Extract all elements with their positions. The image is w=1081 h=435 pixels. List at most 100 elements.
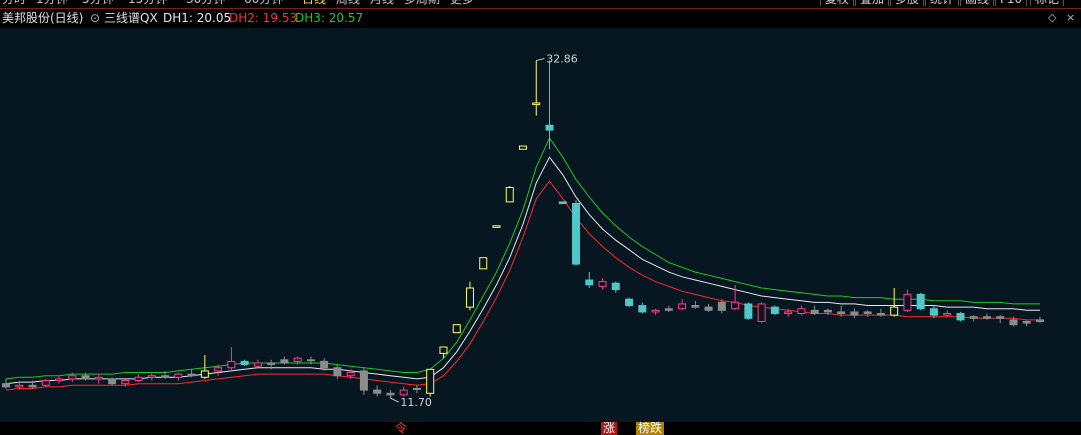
candle-body-16	[214, 367, 223, 372]
candle-body-2	[28, 384, 37, 388]
candle-43	[572, 200, 581, 266]
candle-body-71	[943, 313, 952, 316]
candle-body-18	[240, 360, 249, 366]
signal-mark-2: 涨	[601, 421, 618, 435]
candle-body-37	[492, 225, 501, 228]
candle-body-69	[916, 293, 925, 310]
candle-body-38	[505, 187, 514, 203]
signal-mark-1: 令	[395, 421, 408, 435]
candle-body-20	[267, 362, 276, 366]
candle-body-1	[15, 384, 24, 388]
period-tab-3[interactable]: 15分钟	[128, 0, 167, 6]
candle-38	[505, 185, 514, 203]
toolbar-button-0[interactable]: 复权	[820, 0, 855, 6]
candle-body-66	[876, 313, 885, 316]
candle-body-41	[545, 124, 554, 131]
candle-body-75	[996, 316, 1005, 319]
candle-36	[479, 257, 488, 270]
candle-body-55	[731, 301, 740, 310]
candle-56	[744, 302, 753, 320]
candle-body-56	[744, 303, 753, 319]
candle-42	[558, 201, 567, 204]
candle-body-47	[625, 298, 634, 307]
candle-32	[426, 368, 435, 397]
candle-body-25	[333, 367, 342, 377]
candle-body-4	[55, 378, 64, 382]
candle-body-59	[784, 311, 793, 315]
candle-body-27	[359, 370, 368, 391]
candle-body-58	[770, 306, 779, 315]
candle-body-68	[903, 293, 912, 311]
dh1-value: DH1: 20.05	[163, 11, 232, 25]
candle-58	[770, 305, 779, 316]
candle-body-23	[306, 359, 315, 362]
candle-body-3	[41, 380, 50, 386]
candle-72	[956, 311, 965, 322]
candle-body-64	[850, 311, 859, 316]
indicator-name[interactable]: 三线谱QX	[104, 11, 158, 25]
candle-body-67	[890, 306, 899, 316]
period-tab-5[interactable]: 60分钟	[244, 0, 283, 6]
period-tab-10[interactable]: 更多	[450, 0, 474, 6]
period-toolbar: 分时 1分钟 5分钟 15分钟 30分钟 60分钟 日线 周线 月线 多周期 更多 复权叠加多股统计画…	[0, 0, 1081, 8]
candle-body-77	[1022, 320, 1031, 324]
period-tab-9[interactable]: 多周期	[404, 0, 440, 6]
candle-body-28	[373, 389, 382, 394]
candle-body-46	[611, 282, 620, 291]
candle-body-65	[863, 311, 872, 315]
candle-body-33	[439, 346, 448, 354]
diamond-icon[interactable]: ◇	[1048, 11, 1056, 25]
candle-body-22	[293, 357, 302, 362]
dh3-value: DH3: 20.57	[295, 11, 364, 25]
candle-3	[41, 378, 50, 387]
candle-body-45	[598, 281, 607, 287]
candle-body-54	[717, 301, 726, 311]
candlestick-chart[interactable]: 32.86 11.70	[0, 28, 1081, 422]
low-price-label: 11.70	[400, 396, 432, 409]
candle-body-29	[386, 392, 395, 396]
toolbar-button-6[interactable]: 标记	[1030, 0, 1065, 6]
period-tab-4[interactable]: 30分钟	[186, 0, 225, 6]
period-tab-8[interactable]: 月线	[370, 0, 394, 6]
candle-body-34	[452, 324, 461, 334]
toolbar-button-2[interactable]: 多股	[890, 0, 925, 6]
candle-body-72	[956, 313, 965, 321]
candle-body-40	[532, 102, 541, 106]
stock-title[interactable]: 美邦股份(日线)	[2, 11, 83, 25]
period-tab-6[interactable]: 日线	[302, 0, 326, 6]
candle-body-44	[585, 279, 594, 286]
indicator-settings-icon[interactable]: ⊙	[90, 11, 100, 25]
candle-body-5	[68, 375, 77, 380]
candle-body-10	[134, 376, 143, 382]
candle-body-0	[2, 383, 10, 388]
candle-body-62	[823, 309, 832, 313]
period-tab-0[interactable]: 分时	[2, 0, 26, 6]
toolbar-button-4[interactable]: 画线	[960, 0, 995, 6]
candle-body-17	[227, 360, 236, 369]
candle-body-32	[426, 368, 435, 394]
period-tab-2[interactable]: 5分钟	[82, 0, 114, 6]
candle-body-78	[1036, 319, 1044, 322]
close-icon[interactable]: ×	[1066, 11, 1075, 25]
candle-body-11	[147, 375, 156, 378]
plot-background	[0, 28, 1081, 422]
candle-34	[452, 324, 461, 334]
candle-8	[108, 377, 117, 386]
candle-body-73	[969, 316, 978, 319]
candle-body-36	[479, 257, 488, 270]
candle-body-74	[982, 316, 991, 319]
candle-69	[916, 292, 925, 311]
candle-body-42	[558, 201, 567, 204]
period-tab-1[interactable]: 1分钟	[36, 0, 68, 6]
signal-bar: 令 涨 榜跌	[0, 422, 1081, 435]
toolbar-button-3[interactable]: 统计	[925, 0, 960, 6]
candle-body-31	[412, 387, 421, 390]
candle-body-13	[174, 373, 183, 378]
toolbar-button-5[interactable]: F10	[995, 0, 1028, 6]
candle-body-8	[108, 378, 117, 385]
toolbar-button-1[interactable]: 叠加	[855, 0, 890, 6]
high-price-label: 32.86	[546, 53, 578, 66]
dh2-value: DH2: 19.53	[229, 11, 298, 25]
candle-body-57	[757, 303, 766, 322]
period-tab-7[interactable]: 周线	[336, 0, 360, 6]
